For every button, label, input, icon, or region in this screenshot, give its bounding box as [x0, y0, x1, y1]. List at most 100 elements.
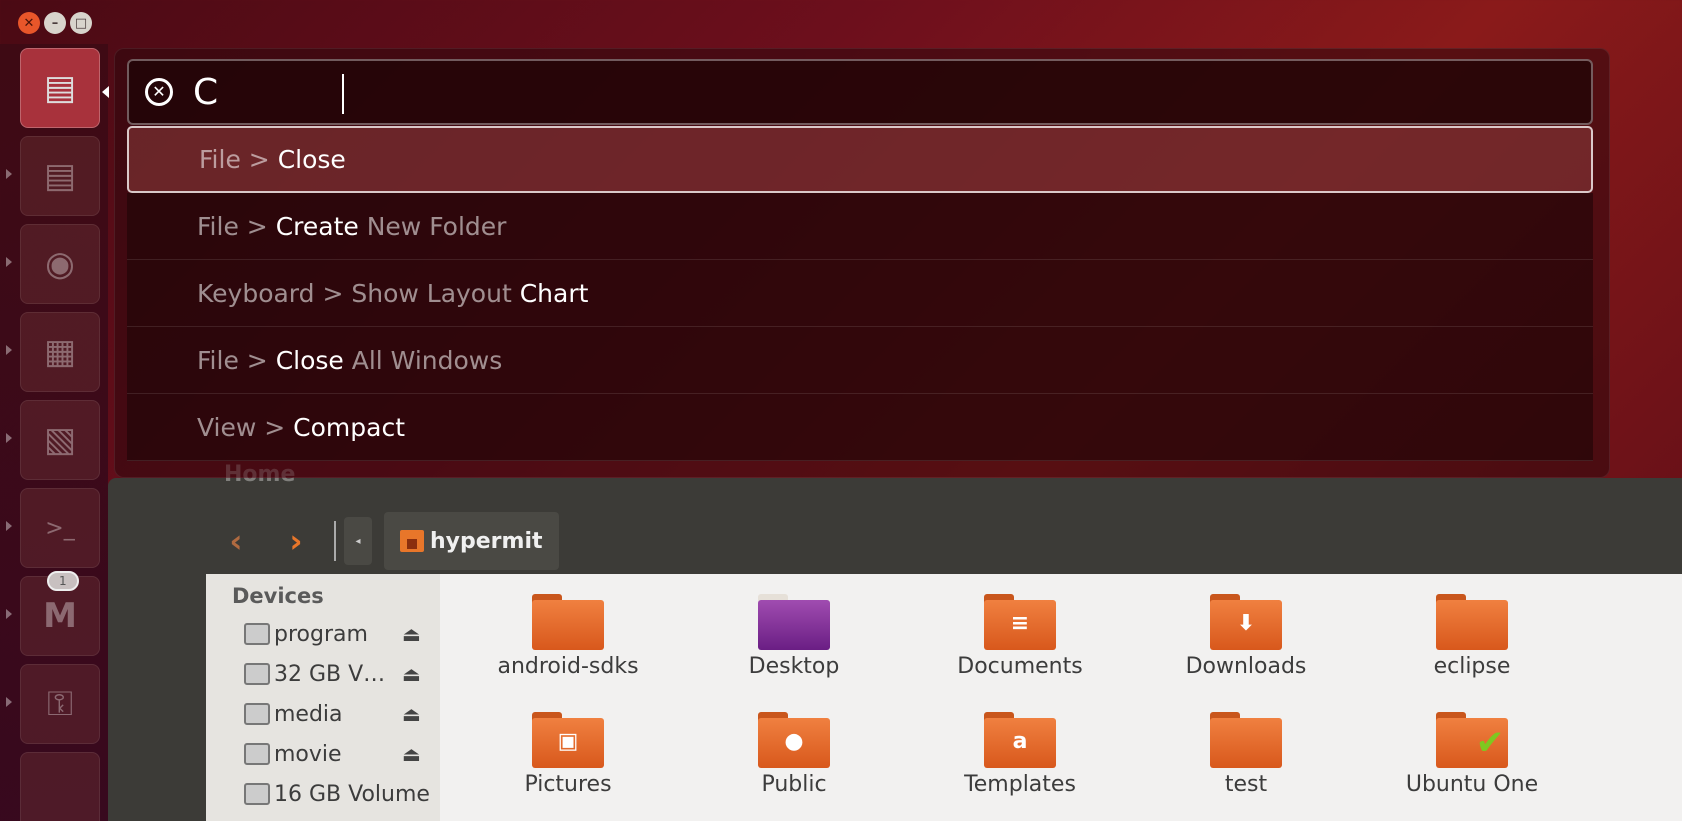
device-label: movie: [274, 741, 342, 767]
doc-emblem-icon: ≡: [1010, 610, 1030, 636]
folder-item[interactable]: ▣ Pictures: [468, 712, 668, 797]
folder-label: Templates: [964, 772, 1076, 797]
minimize-icon[interactable]: –: [44, 12, 66, 34]
launcher-pip: [6, 609, 12, 619]
drive-icon: [244, 743, 270, 765]
launcher-item-image-viewer[interactable]: ▧: [20, 400, 100, 480]
launcher-pip: [6, 697, 12, 707]
folder-item[interactable]: eclipse: [1372, 594, 1572, 679]
down-emblem-icon: ⬇: [1236, 610, 1256, 636]
folder-label: Pictures: [524, 772, 612, 797]
person-emblem-icon: ●: [784, 728, 804, 754]
folder-icon: a: [984, 712, 1056, 768]
result-text: All Windows: [343, 345, 503, 375]
launcher-item-files[interactable]: ▤: [20, 48, 100, 128]
launcher-item-impress[interactable]: ▦: [20, 312, 100, 392]
folder-label: android-sdks: [497, 654, 639, 679]
firefox-icon: ◉: [45, 244, 75, 284]
eject-icon[interactable]: ⏏: [402, 742, 421, 766]
folder-item[interactable]: a Templates: [920, 712, 1120, 797]
folder-label: Documents: [957, 654, 1083, 679]
file-cabinet-icon: ▤: [43, 156, 77, 196]
folder-item[interactable]: ≡ Documents: [920, 594, 1120, 679]
folder-label: test: [1224, 772, 1268, 797]
folder-item[interactable]: Desktop: [694, 594, 894, 679]
text-caret: [342, 74, 344, 114]
folder-item[interactable]: test: [1146, 712, 1346, 797]
drive-icon: [244, 663, 270, 685]
folder-item[interactable]: ● Public: [694, 712, 894, 797]
folder-label: Desktop: [748, 654, 840, 679]
folder-icon: ●: [758, 712, 830, 768]
folder-item[interactable]: ⬇ Downloads: [1146, 594, 1346, 679]
forward-button[interactable]: ›: [266, 522, 326, 560]
toolbar-separator: [334, 521, 336, 561]
back-button[interactable]: ‹: [206, 522, 266, 560]
file-manager-toolbar: ‹ › ◂ hypermit: [206, 510, 1682, 572]
terminal-icon: >_: [45, 515, 75, 541]
check-emblem-icon: ✔: [1475, 723, 1505, 763]
launcher-item-passwords[interactable]: ⚿: [20, 664, 100, 744]
folder-icon: ▣: [532, 712, 604, 768]
image-viewer-icon: ▧: [43, 420, 77, 460]
result-text: File >: [199, 145, 278, 174]
folder-label: Ubuntu One: [1405, 772, 1539, 797]
sidebar-item-device[interactable]: program ⏏: [206, 614, 440, 654]
launcher-item-gmail[interactable]: 1 M: [20, 571, 100, 656]
active-indicator: [102, 86, 109, 98]
launcher-item-files-2[interactable]: ▤: [20, 136, 100, 216]
launcher-item-more[interactable]: [20, 752, 100, 821]
places-sidebar: Devices program ⏏ 32 GB V… ⏏ media ⏏ movie ⏏ 16 …: [206, 574, 440, 821]
folder-icon: ✔: [1436, 712, 1508, 768]
launcher-item-terminal[interactable]: >_: [20, 488, 100, 568]
file-cabinet-icon: ▤: [43, 68, 77, 108]
device-label: program: [274, 621, 368, 647]
launcher-pip: [6, 169, 12, 179]
maximize-icon[interactable]: □: [70, 12, 92, 34]
sidebar-heading: Devices: [232, 584, 324, 608]
eject-icon[interactable]: ⏏: [402, 662, 421, 686]
hud-result-item[interactable]: File > Create New Folder: [127, 193, 1593, 260]
close-icon[interactable]: ✕: [18, 12, 40, 34]
path-label: hypermit: [430, 528, 543, 554]
path-button-home[interactable]: hypermit: [384, 512, 559, 570]
hud-result-item[interactable]: View > Compact: [127, 394, 1593, 461]
device-label: media: [274, 701, 343, 727]
file-grid: android-sdks Desktop ≡ Documents ⬇ Downloads e…: [440, 574, 1682, 821]
launcher-pip: [6, 257, 12, 267]
gmail-icon: M: [43, 596, 77, 636]
folder-item[interactable]: android-sdks: [468, 594, 668, 679]
result-text: View >: [197, 412, 294, 442]
folder-icon: [1436, 594, 1508, 650]
folder-label: Downloads: [1185, 654, 1307, 679]
eject-icon[interactable]: ⏏: [402, 622, 421, 646]
folder-icon: [758, 594, 830, 650]
launcher: ▤ ▤ ◉ ▦ ▧ >_ 1 M ⚿: [0, 44, 109, 821]
sidebar-item-device[interactable]: 32 GB V… ⏏: [206, 654, 440, 694]
hud-result-item[interactable]: File > Close: [127, 126, 1593, 193]
hud-search-bar[interactable]: ✕: [127, 59, 1593, 125]
hud-search-input[interactable]: [193, 71, 1493, 113]
folder-icon: ⬇: [1210, 594, 1282, 650]
launcher-item-firefox[interactable]: ◉: [20, 224, 100, 304]
hud-result-item[interactable]: Keyboard > Show Layout Chart: [127, 260, 1593, 327]
unread-count-badge: 1: [47, 571, 79, 591]
folder-item[interactable]: ✔ Ubuntu One: [1372, 712, 1572, 797]
result-text: Keyboard > Show Layout: [197, 278, 520, 308]
path-scroll-left-button[interactable]: ◂: [344, 517, 372, 565]
sidebar-item-device[interactable]: movie ⏏: [206, 734, 440, 774]
folder-icon: [1210, 712, 1282, 768]
key-icon: ⚿: [47, 684, 73, 724]
hud-result-item[interactable]: File > Close All Windows: [127, 327, 1593, 394]
clear-search-icon[interactable]: ✕: [145, 78, 173, 106]
sidebar-item-device[interactable]: media ⏏: [206, 694, 440, 734]
sidebar-item-device[interactable]: 16 GB Volume: [206, 774, 440, 814]
window-controls: ✕ – □: [18, 12, 92, 34]
home-folder-icon: [400, 530, 424, 552]
launcher-pip: [6, 521, 12, 531]
folder-icon: ≡: [984, 594, 1056, 650]
folder-label: eclipse: [1433, 654, 1511, 679]
result-match-text: Chart: [519, 278, 589, 308]
eject-icon[interactable]: ⏏: [402, 702, 421, 726]
result-text: File >: [197, 345, 276, 375]
